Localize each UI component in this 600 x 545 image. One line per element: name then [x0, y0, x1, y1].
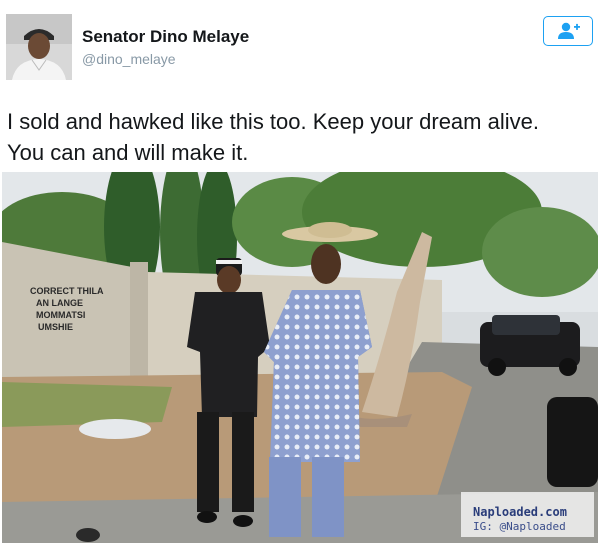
tweet-text: I sold and hawked like this too. Keep yo… — [7, 106, 593, 168]
watermark-instagram: IG: @Naploaded — [473, 520, 566, 533]
add-user-icon — [558, 22, 580, 39]
display-name[interactable]: Senator Dino Melaye — [82, 27, 249, 47]
follow-button[interactable] — [543, 16, 593, 46]
tweet-text-line: You can and will make it. — [7, 140, 249, 165]
wall-graffiti: CORRECT THILA — [30, 286, 104, 296]
tweet-text-line: I sold and hawked like this too. Keep yo… — [7, 109, 539, 134]
watermark: Naploaded.com IG: @Naploaded — [461, 492, 594, 537]
wall-graffiti: AN LANGE — [36, 298, 83, 308]
avatar[interactable] — [6, 14, 72, 80]
wall-graffiti: UMSHIE — [38, 322, 73, 332]
watermark-site: Naploaded.com — [473, 505, 567, 519]
tweet-photo[interactable]: CORRECT THILA AN LANGE MOMMATSI UMSHIE — [2, 172, 598, 543]
user-handle[interactable]: @dino_melaye — [82, 51, 176, 67]
tweet-header: Senator Dino Melaye @dino_melaye — [0, 0, 600, 90]
wall-graffiti: MOMMATSI — [36, 310, 85, 320]
